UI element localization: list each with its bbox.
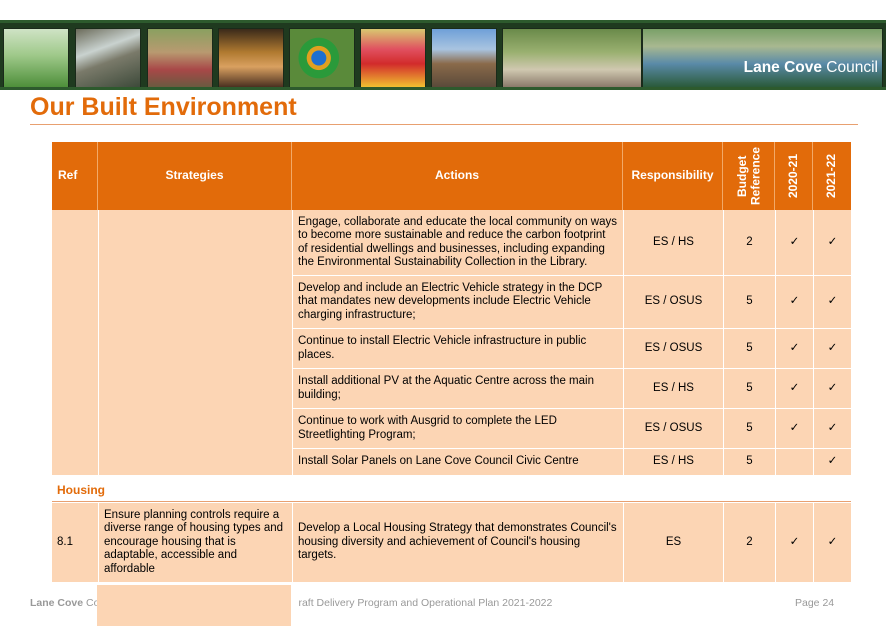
header-2021-22: 2021-22: [813, 142, 851, 210]
table-row: Continue to work with Ausgrid to complet…: [52, 409, 851, 449]
banner-photo-park: [3, 28, 69, 87]
section-heading-row: Housing: [52, 476, 851, 502]
ref-number: 8.1: [52, 503, 98, 583]
table-row: Engage, collaborate and educate the loca…: [52, 210, 851, 276]
action-text: Install additional PV at the Aquatic Cen…: [292, 369, 623, 409]
table-row: Continue to install Electric Vehicle inf…: [52, 329, 851, 369]
header-budget: Budget Reference: [723, 142, 775, 210]
section-heading: Housing: [57, 483, 105, 497]
action-text: Develop and include an Electric Vehicle …: [292, 276, 623, 329]
action-text: Install Solar Panels on Lane Cove Counci…: [292, 449, 623, 476]
header-ref: Ref: [52, 142, 98, 210]
responsibility: ES / OSUS: [623, 276, 723, 329]
check-2020-21: ✓: [775, 210, 813, 276]
check-2020-21: ✓: [775, 503, 813, 583]
banner-photo-waterfront: [642, 28, 883, 87]
check-2021-22: ✓: [813, 409, 851, 449]
check-2020-21: ✓: [775, 276, 813, 329]
responsibility: ES: [623, 503, 723, 583]
budget-reference: 2: [723, 210, 775, 276]
action-text: Continue to work with Ausgrid to complet…: [292, 409, 623, 449]
check-2020-21: ✓: [775, 329, 813, 369]
action-text: Engage, collaborate and educate the loca…: [292, 210, 623, 276]
banner-photo-lorikeet: [289, 28, 355, 87]
check-2020-21: [775, 449, 813, 476]
header-actions: Actions: [292, 142, 623, 210]
action-text: Continue to install Electric Vehicle inf…: [292, 329, 623, 369]
table-header: Ref Strategies Actions Responsibility Bu…: [52, 142, 851, 210]
check-2021-22: ✓: [813, 276, 851, 329]
check-2021-22: ✓: [813, 329, 851, 369]
page-number: Page 24: [795, 597, 835, 609]
banner-photo-performer: [360, 28, 426, 87]
check-2021-22: ✓: [813, 449, 851, 476]
header-strategies: Strategies: [98, 142, 292, 210]
responsibility: ES / HS: [623, 449, 723, 476]
table-row: Develop and include an Electric Vehicle …: [52, 276, 851, 329]
responsibility: ES / OSUS: [623, 409, 723, 449]
banner-photo-creek: [75, 28, 141, 87]
strategy-text: Ensure planning controls require a diver…: [98, 503, 292, 583]
budget-reference: 5: [723, 369, 775, 409]
check-2021-22: ✓: [813, 503, 851, 583]
budget-reference: 5: [723, 329, 775, 369]
table-row: Install Solar Panels on Lane Cove Counci…: [52, 449, 851, 476]
council-logo-text: Lane Cove Council: [743, 59, 878, 76]
table-row: Install additional PV at the Aquatic Cen…: [52, 369, 851, 409]
banner-photo-crowd: [502, 28, 642, 87]
banner-photo-street: [218, 28, 284, 87]
banner-photo-dancers: [147, 28, 213, 87]
check-2021-22: ✓: [813, 210, 851, 276]
overflow-cell-fragment: [97, 585, 291, 626]
table-row: 8.1 Ensure planning controls require a d…: [52, 503, 851, 583]
header-responsibility: Responsibility: [623, 142, 723, 210]
responsibility: ES / HS: [623, 210, 723, 276]
banner-photo-building: [431, 28, 497, 87]
header-2020-21: 2020-21: [775, 142, 813, 210]
check-2021-22: ✓: [813, 369, 851, 409]
check-2020-21: ✓: [775, 409, 813, 449]
page-title: Our Built Environment: [30, 93, 297, 121]
check-2020-21: ✓: [775, 369, 813, 409]
action-text: Develop a Local Housing Strategy that de…: [292, 503, 623, 583]
budget-reference: 5: [723, 276, 775, 329]
budget-reference: 5: [723, 449, 775, 476]
title-divider: [30, 124, 858, 125]
header-banner: Lane Cove Council: [0, 20, 886, 90]
budget-reference: 2: [723, 503, 775, 583]
budget-reference: 5: [723, 409, 775, 449]
responsibility: ES / OSUS: [623, 329, 723, 369]
responsibility: ES / HS: [623, 369, 723, 409]
